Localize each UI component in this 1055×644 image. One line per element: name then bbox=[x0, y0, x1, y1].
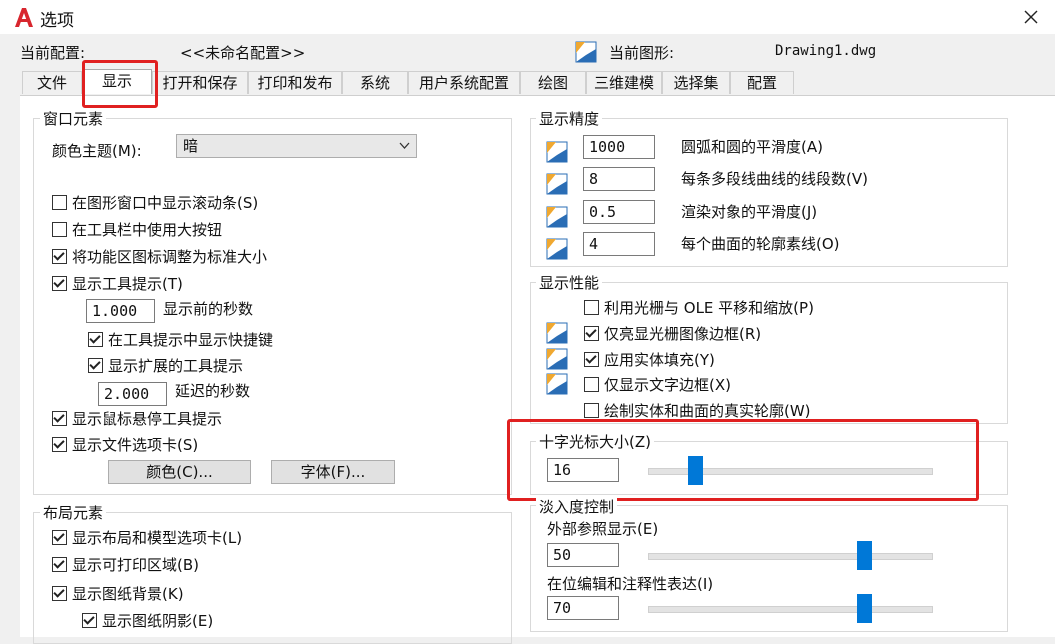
drawing-file-icon bbox=[575, 41, 597, 63]
color-theme-select[interactable]: 暗 bbox=[176, 134, 417, 158]
current-drawing-value: Drawing1.dwg bbox=[775, 43, 877, 59]
label-tooltips: 显示工具提示(T) bbox=[72, 275, 183, 293]
drawing-property-icon bbox=[546, 206, 568, 228]
colors-button[interactable]: 颜色(C)... bbox=[108, 460, 251, 484]
drawing-property-icon bbox=[546, 141, 568, 163]
tooltip-delay-input[interactable]: 1.000 bbox=[86, 299, 155, 323]
checkbox-true-silhouettes[interactable] bbox=[584, 403, 599, 418]
inplace-fade-slider-thumb[interactable] bbox=[857, 594, 872, 623]
color-theme-label: 颜色主题(M): bbox=[52, 142, 142, 160]
tab-selection[interactable]: 选择集 bbox=[662, 71, 730, 94]
polyline-segments-label: 每条多段线曲线的线段数(V) bbox=[681, 170, 868, 188]
tab-3d-modeling[interactable]: 三维建模 bbox=[586, 71, 662, 94]
checkbox-file-tabs[interactable] bbox=[52, 437, 67, 452]
checkbox-paper-shadow[interactable] bbox=[82, 613, 97, 628]
arc-smoothness-label: 圆弧和圆的平滑度(A) bbox=[681, 138, 823, 156]
checkbox-resize-ribbon[interactable] bbox=[52, 249, 67, 264]
xref-fade-slider-track[interactable] bbox=[648, 553, 933, 560]
checkbox-scrollbars[interactable] bbox=[52, 195, 67, 210]
tab-open-save[interactable]: 打开和保存 bbox=[152, 71, 248, 94]
label-true-silhouettes: 绘制实体和曲面的真实轮廓(W) bbox=[604, 402, 811, 420]
color-theme-value: 暗 bbox=[183, 137, 199, 155]
arc-smoothness-input[interactable]: 1000 bbox=[583, 135, 655, 159]
close-icon[interactable] bbox=[1019, 5, 1043, 29]
current-profile-label: 当前配置: bbox=[20, 44, 86, 62]
current-drawing-label: 当前图形: bbox=[609, 44, 675, 62]
drawing-property-icon bbox=[546, 348, 568, 370]
label-raster-ole: 利用光栅与 OLE 平移和缩放(P) bbox=[604, 299, 814, 317]
inplace-edit-input[interactable]: 70 bbox=[547, 596, 619, 620]
inplace-fade-slider-track[interactable] bbox=[648, 606, 933, 613]
checkbox-raster-frame[interactable] bbox=[584, 326, 599, 341]
label-paper-background: 显示图纸背景(K) bbox=[72, 585, 184, 603]
label-printable-area: 显示可打印区域(B) bbox=[72, 556, 199, 574]
current-profile-value: <<未命名配置>> bbox=[180, 44, 306, 62]
drawing-property-icon bbox=[546, 173, 568, 195]
chevron-down-icon bbox=[399, 142, 410, 149]
checkbox-layout-tabs[interactable] bbox=[52, 530, 67, 545]
checkbox-tooltips[interactable] bbox=[52, 276, 67, 291]
label-solid-fill: 应用实体填充(Y) bbox=[604, 351, 715, 369]
polyline-segments-input[interactable]: 8 bbox=[583, 167, 655, 191]
tab-drafting[interactable]: 绘图 bbox=[520, 71, 586, 94]
inplace-edit-label: 在位编辑和注释性表达(I) bbox=[547, 575, 714, 593]
fonts-button[interactable]: 字体(F)... bbox=[271, 460, 395, 484]
label-rollover-tooltips: 显示鼠标悬停工具提示 bbox=[72, 410, 223, 428]
highlight-crosshair-group bbox=[507, 419, 979, 501]
checkbox-paper-background[interactable] bbox=[52, 586, 67, 601]
label-shortcut-keys: 在工具提示中显示快捷键 bbox=[108, 331, 274, 349]
label-large-buttons: 在工具栏中使用大按钮 bbox=[72, 221, 223, 239]
drawing-property-icon bbox=[546, 322, 568, 344]
checkbox-large-buttons[interactable] bbox=[52, 222, 67, 237]
window-title: 选项 bbox=[40, 11, 74, 31]
fade-control-title: 淡入度控制 bbox=[536, 496, 618, 517]
display-performance-title: 显示性能 bbox=[536, 272, 603, 293]
title-bar: 选项 bbox=[0, 0, 1055, 34]
label-resize-ribbon: 将功能区图标调整为标准大小 bbox=[72, 248, 268, 266]
label-layout-tabs: 显示布局和模型选项卡(L) bbox=[72, 529, 243, 547]
tab-plot-publish[interactable]: 打印和发布 bbox=[248, 71, 342, 94]
contour-lines-label: 每个曲面的轮廓素线(O) bbox=[681, 235, 840, 253]
tab-profiles[interactable]: 配置 bbox=[730, 71, 794, 94]
drawing-property-icon bbox=[546, 373, 568, 395]
extended-delay-label: 延迟的秒数 bbox=[175, 382, 251, 400]
label-scrollbars: 在图形窗口中显示滚动条(S) bbox=[72, 194, 259, 212]
layout-elements-title: 布局元素 bbox=[40, 502, 107, 523]
tab-user-preferences[interactable]: 用户系统配置 bbox=[408, 71, 520, 94]
label-file-tabs: 显示文件选项卡(S) bbox=[72, 436, 199, 454]
checkbox-extended-tooltips[interactable] bbox=[88, 358, 103, 373]
drawing-property-icon bbox=[546, 238, 568, 260]
checkbox-raster-ole[interactable] bbox=[584, 300, 599, 315]
xref-fade-slider-thumb[interactable] bbox=[857, 541, 872, 570]
autocad-logo-icon bbox=[15, 8, 33, 27]
tooltip-delay-label: 显示前的秒数 bbox=[163, 300, 254, 318]
highlight-display-tab bbox=[82, 60, 158, 108]
window-elements-title: 窗口元素 bbox=[40, 108, 107, 129]
label-paper-shadow: 显示图纸阴影(E) bbox=[102, 612, 214, 630]
contour-lines-input[interactable]: 4 bbox=[583, 232, 655, 256]
label-extended-tooltips: 显示扩展的工具提示 bbox=[108, 357, 244, 375]
checkbox-solid-fill[interactable] bbox=[584, 352, 599, 367]
checkbox-rollover-tooltips[interactable] bbox=[52, 411, 67, 426]
label-text-frame: 仅显示文字边框(X) bbox=[604, 376, 731, 394]
checkbox-text-frame[interactable] bbox=[584, 377, 599, 392]
tab-files[interactable]: 文件 bbox=[22, 71, 82, 94]
render-smoothness-label: 渲染对象的平滑度(J) bbox=[681, 203, 818, 221]
checkbox-printable-area[interactable] bbox=[52, 557, 67, 572]
label-raster-frame: 仅亮显光栅图像边框(R) bbox=[604, 325, 762, 343]
xref-display-input[interactable]: 50 bbox=[547, 543, 619, 567]
render-smoothness-input[interactable]: 0.5 bbox=[583, 200, 655, 224]
checkbox-shortcut-keys[interactable] bbox=[88, 332, 103, 347]
extended-delay-input[interactable]: 2.000 bbox=[98, 382, 167, 406]
tab-system[interactable]: 系统 bbox=[342, 71, 408, 94]
display-resolution-title: 显示精度 bbox=[536, 108, 603, 129]
xref-display-label: 外部参照显示(E) bbox=[547, 520, 659, 538]
